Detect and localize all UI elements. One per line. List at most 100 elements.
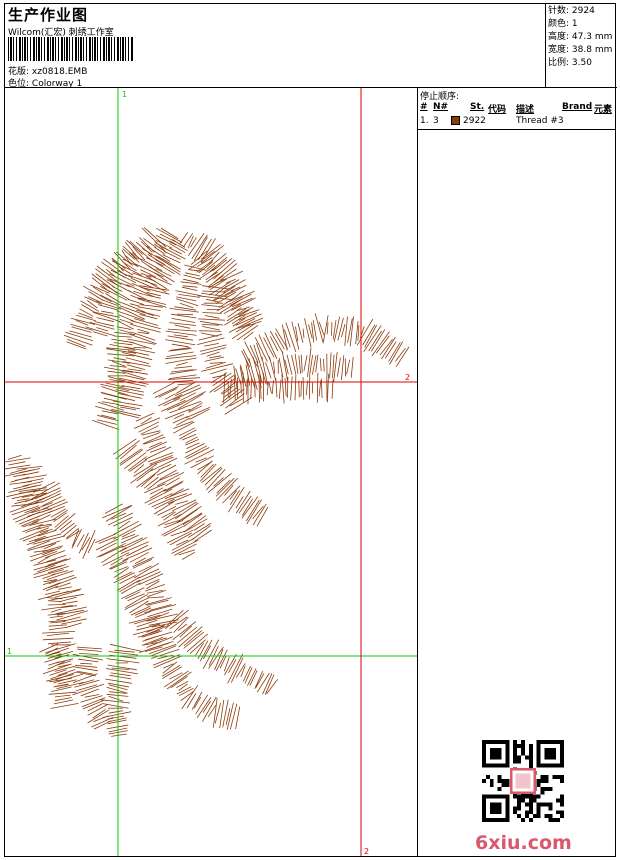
stitch-line (120, 582, 141, 594)
stitch-line (103, 397, 122, 403)
stitch-line (78, 653, 99, 655)
stitch-line (47, 604, 66, 606)
qr-cell (552, 763, 557, 768)
qr-cell (540, 779, 545, 783)
qr-cell (521, 751, 525, 756)
qr-cell (556, 740, 561, 744)
qr-cell (489, 818, 494, 822)
stitch-line (122, 369, 149, 375)
qr-cell (513, 743, 518, 748)
stitch-line (235, 663, 246, 678)
stitch-line (176, 313, 194, 316)
stitch-line (111, 733, 127, 737)
qr-cell (524, 802, 529, 807)
stitch-line (113, 251, 131, 270)
stitch-line (135, 412, 155, 422)
stitch-line (234, 375, 236, 401)
qr-cell (560, 763, 564, 768)
stitch-line (362, 324, 376, 346)
qr-cell (556, 798, 561, 803)
qr-cell (482, 743, 486, 748)
stitch-line (204, 315, 220, 319)
stitch-line (193, 696, 202, 709)
qr-cell (536, 779, 541, 783)
stitch-line (173, 334, 188, 338)
qr-cell (493, 806, 498, 811)
stitch-line (224, 653, 237, 676)
stop-sequence-panel: 停止顺序: # N# St. 代码 描述 Brand 元素 1. 3 2922 … (418, 88, 615, 856)
qr-cell (560, 779, 564, 783)
stitch-line (121, 587, 145, 600)
stitch-line (133, 616, 158, 625)
stitch-line (147, 452, 174, 463)
qr-cell (552, 818, 557, 822)
qr-cell (489, 751, 494, 756)
stitch-line (109, 674, 132, 680)
qr-cell (556, 763, 561, 768)
qr-cell (505, 747, 510, 752)
stitch-line (122, 361, 151, 367)
qr-cell (536, 743, 541, 748)
stitch-line (121, 533, 136, 540)
qr-cell (521, 798, 525, 803)
qr-cell (497, 810, 502, 815)
stitch-line (180, 281, 202, 285)
col-brand: Brand (562, 102, 593, 112)
qr-cell (497, 763, 502, 768)
qr-cell (548, 818, 553, 822)
qr-cell (528, 755, 533, 760)
stitch-line (149, 446, 167, 453)
stitch-line (161, 399, 186, 412)
stitch-line (201, 324, 220, 326)
stitch-line (205, 298, 220, 303)
stitch-line (275, 378, 278, 398)
stitch-line (75, 664, 98, 668)
qr-cell (560, 814, 564, 819)
stitch-line (268, 382, 272, 394)
qr-cell (489, 806, 494, 811)
stitch-line (97, 414, 118, 421)
stitch-line (312, 320, 317, 341)
stitch-line (222, 279, 246, 293)
stat-scale: 比例: 3.50 (548, 58, 592, 68)
qr-cell (548, 763, 553, 768)
stitch-line (255, 673, 265, 688)
thread-color-swatch (451, 116, 460, 125)
qr-cell (493, 740, 498, 744)
qr-cell (521, 818, 525, 822)
qr-cell (485, 775, 490, 780)
stitch-line (113, 342, 133, 346)
qr-cell (517, 794, 522, 799)
qr-cell (536, 740, 541, 744)
stitch-line (305, 380, 308, 396)
stitch-line (165, 339, 196, 346)
design-canvas: 1 1 2 2 (5, 88, 418, 856)
page-title: 生产作业图 (8, 6, 89, 24)
qr-cell (544, 740, 549, 744)
qr-cell (501, 779, 506, 783)
stitch-line (182, 285, 198, 288)
stitch-line (141, 430, 161, 436)
qr-cell (548, 806, 553, 811)
qr-cell (505, 782, 510, 787)
stitch-line (176, 362, 188, 366)
stitch-line (54, 589, 81, 598)
qr-cell (517, 759, 522, 764)
qr-cell (560, 747, 564, 752)
stitch-line (78, 312, 93, 319)
stitch-line (127, 368, 142, 372)
qr-cell (505, 740, 510, 744)
stitch-line (81, 697, 106, 708)
stitch-line (172, 416, 189, 424)
qr-cell (497, 775, 502, 780)
stitch-line (244, 341, 258, 368)
qr-cell (544, 779, 549, 783)
qr-cell (560, 810, 564, 815)
qr-cell (517, 802, 522, 807)
qr-cell (482, 779, 486, 783)
stitch-line (65, 622, 82, 628)
col-index: # (420, 102, 428, 112)
barcode (8, 37, 134, 61)
stitch-line (39, 643, 59, 653)
stitch-line (10, 476, 30, 483)
